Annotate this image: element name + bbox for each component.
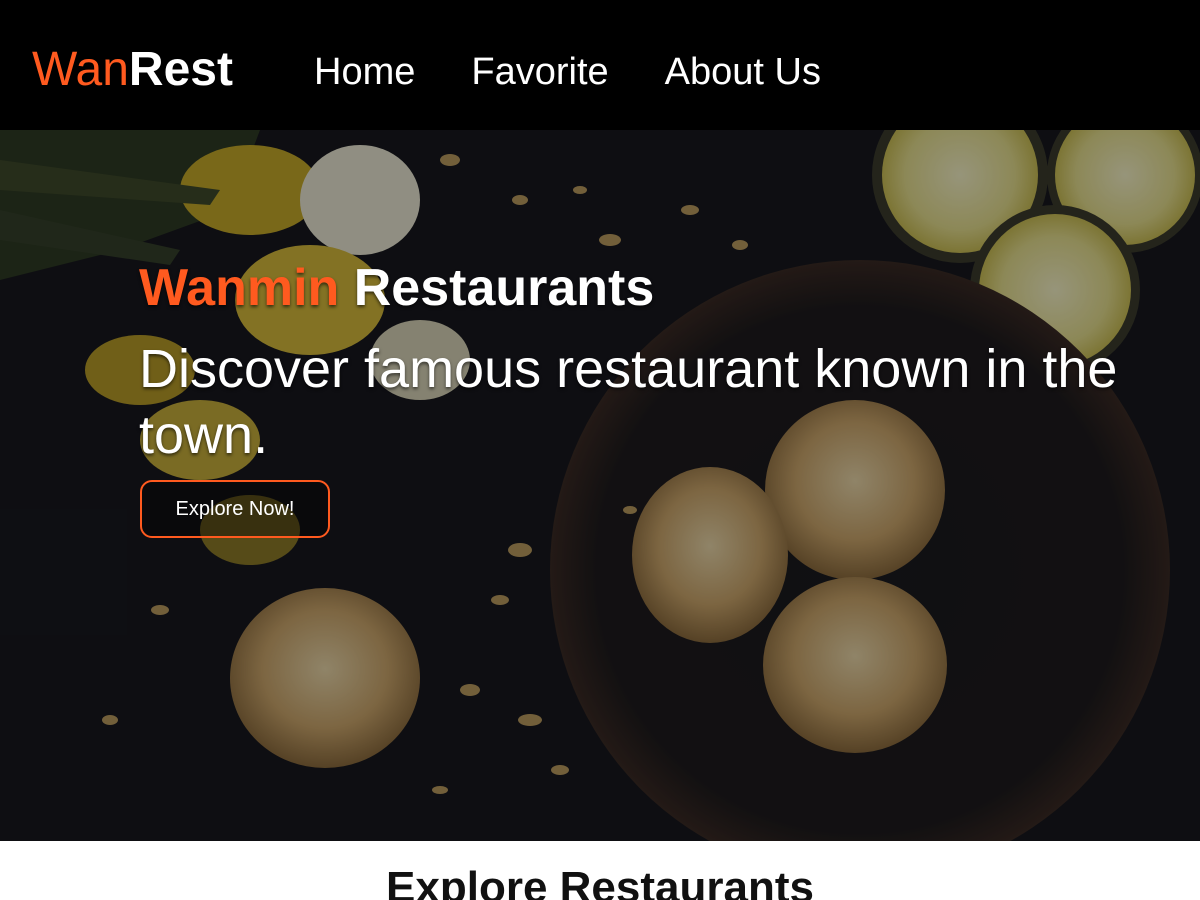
section-title: Explore Restaurants xyxy=(386,863,814,900)
nav-link-favorite[interactable]: Favorite xyxy=(471,50,608,94)
explore-now-button[interactable]: Explore Now! xyxy=(140,480,330,538)
logo-text-light: Wan xyxy=(32,43,129,96)
explore-restaurants-section: Explore Restaurants xyxy=(0,841,1200,900)
hero-title-rest: Restaurants xyxy=(353,259,655,317)
nav-link-about-us[interactable]: About Us xyxy=(665,50,821,94)
hero-subtitle: Discover famous restaurant known in the … xyxy=(139,339,1118,465)
hero-section: Wanmin Restaurants Discover famous resta… xyxy=(0,130,1200,841)
brand-logo[interactable]: WanRest xyxy=(32,42,233,98)
nav-links: Home Favorite About Us xyxy=(314,50,877,94)
navbar: WanRest Home Favorite About Us xyxy=(0,0,1200,130)
logo-text-bold: Rest xyxy=(128,43,233,96)
nav-link-home[interactable]: Home xyxy=(314,50,415,94)
hero-title-accent: Wanmin xyxy=(139,259,340,317)
hero-title: Wanmin Restaurants xyxy=(139,258,654,318)
